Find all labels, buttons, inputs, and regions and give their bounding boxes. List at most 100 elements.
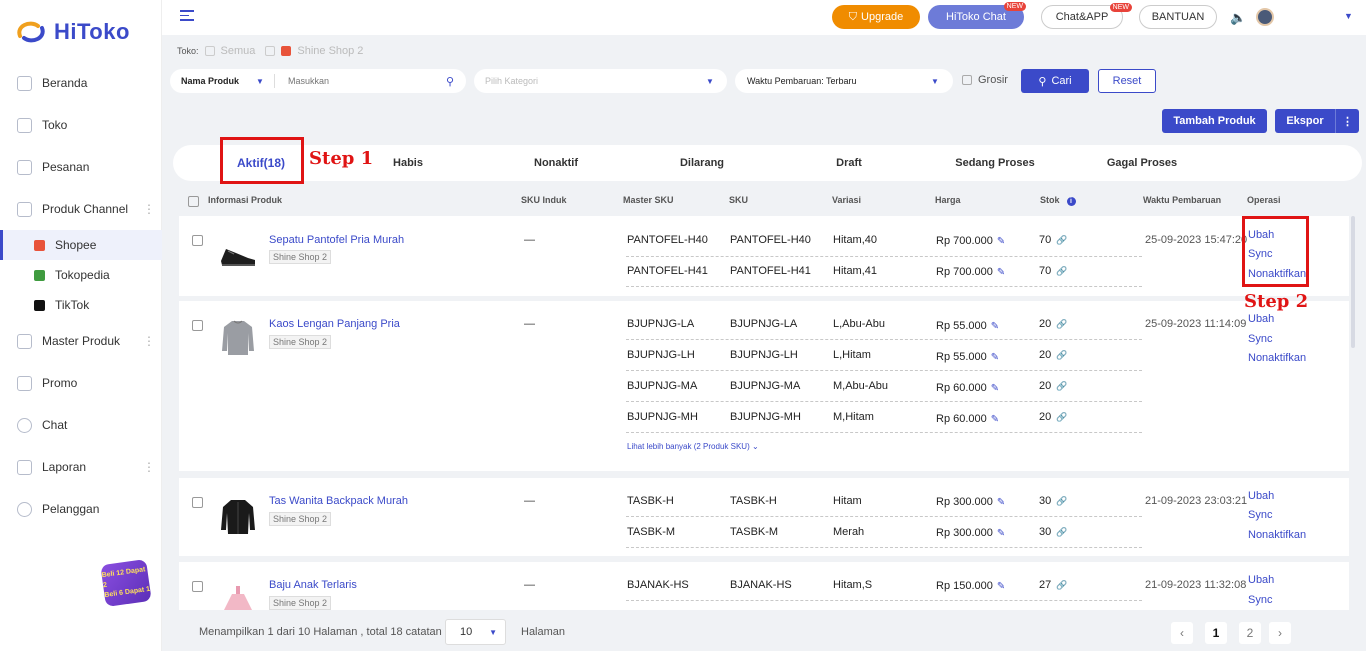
link-icon[interactable]: 🔗 — [1056, 235, 1067, 245]
edit-pencil-icon[interactable]: ✎ — [997, 267, 1005, 278]
search-icon[interactable]: ⚲ — [446, 75, 454, 88]
show-more-sku-link[interactable]: Lihat lebih banyak (2 Produk SKU) ⌄ — [627, 442, 759, 451]
shop-checkbox[interactable] — [265, 46, 276, 56]
link-icon[interactable]: 🔗 — [1056, 580, 1067, 590]
edit-pencil-icon[interactable]: ✎ — [997, 497, 1005, 508]
edit-pencil-icon[interactable]: ✎ — [991, 321, 999, 332]
hitoko-chat-button[interactable]: HiToko Chat NEW — [928, 2, 1026, 29]
sidebar-subitem-shopee[interactable]: Shopee — [0, 230, 162, 260]
price: Rp 60.000 — [936, 382, 987, 394]
sidebar-item-produk-channel[interactable]: Produk Channel ⋮ — [0, 188, 162, 230]
cari-button[interactable]: ⚲ Cari — [1021, 69, 1089, 93]
tab-habis[interactable]: Habis — [393, 157, 423, 169]
edit-pencil-icon[interactable]: ✎ — [997, 581, 1005, 592]
more-vertical-icon: ⋮ — [143, 202, 155, 216]
next-page-button[interactable]: › — [1269, 622, 1291, 644]
variation: M,Abu-Abu — [833, 380, 889, 392]
ubah-link[interactable]: Ubah — [1248, 490, 1274, 502]
prev-page-button[interactable]: ‹ — [1171, 622, 1193, 644]
more-vertical-icon[interactable]: ⋮ — [1335, 109, 1359, 133]
page-size-select[interactable]: 10 ▼ — [445, 619, 506, 645]
tab-sedang-proses[interactable]: Sedang Proses — [955, 157, 1034, 169]
master-sku: PANTOFEL-H41 — [627, 265, 708, 277]
row-checkbox[interactable] — [192, 235, 203, 246]
sidebar-item-label: Produk Channel — [42, 202, 129, 216]
edit-pencil-icon[interactable]: ✎ — [991, 352, 999, 363]
link-icon[interactable]: 🔗 — [1056, 527, 1067, 537]
link-icon[interactable]: 🔗 — [1056, 381, 1067, 391]
scrollbar[interactable] — [1351, 216, 1355, 348]
sidebar-item-toko[interactable]: Toko — [0, 104, 162, 146]
bantuan-button[interactable]: BANTUAN — [1139, 5, 1217, 29]
link-icon[interactable]: 🔗 — [1056, 319, 1067, 329]
product-name-link[interactable]: Tas Wanita Backpack Murah — [269, 495, 408, 507]
page-button-1[interactable]: 1 — [1205, 622, 1227, 644]
speaker-icon[interactable]: 🔈 — [1230, 10, 1246, 26]
avatar[interactable] — [1256, 8, 1274, 26]
row-checkbox[interactable] — [192, 497, 203, 508]
ubah-link[interactable]: Ubah — [1248, 574, 1274, 586]
tab-draft[interactable]: Draft — [836, 157, 862, 169]
grosir-filter[interactable]: Grosir — [962, 74, 1008, 86]
sidebar-item-pelanggan[interactable]: Pelanggan — [0, 488, 162, 530]
info-icon[interactable]: i — [1066, 197, 1076, 206]
updated-time: 21-09-2023 11:32:08 — [1145, 579, 1247, 591]
grosir-checkbox[interactable] — [962, 75, 972, 85]
tab-nonaktif[interactable]: Nonaktif — [534, 157, 578, 169]
sidebar-item-beranda[interactable]: Beranda — [0, 62, 162, 104]
upgrade-button[interactable]: ⛉ Upgrade — [832, 5, 920, 29]
edit-pencil-icon[interactable]: ✎ — [997, 236, 1005, 247]
search-input[interactable] — [288, 76, 438, 86]
edit-pencil-icon[interactable]: ✎ — [997, 528, 1005, 539]
product-name-link[interactable]: Sepatu Pantofel Pria Murah — [269, 234, 404, 246]
tab-dilarang[interactable]: Dilarang — [680, 157, 724, 169]
row-checkbox[interactable] — [192, 581, 203, 592]
sidebar-item-pesanan[interactable]: Pesanan — [0, 146, 162, 188]
sidebar-item-promo[interactable]: Promo — [0, 362, 162, 404]
sidebar-subitem-tiktok[interactable]: TikTok — [0, 290, 162, 320]
product-name-link[interactable]: Baju Anak Terlaris — [269, 579, 357, 591]
tambah-produk-button[interactable]: Tambah Produk — [1162, 109, 1267, 133]
stock: 20 — [1039, 349, 1052, 361]
hitoko-chat-label: HiToko Chat — [946, 11, 1006, 23]
variation: Hitam,41 — [833, 265, 878, 277]
sidebar-item-master-produk[interactable]: Master Produk ⋮ — [0, 320, 162, 362]
sort-select[interactable]: Waktu Pembaruan: Terbaru ▼ — [735, 69, 953, 93]
shopee-icon — [281, 46, 292, 56]
product-name-link[interactable]: Kaos Lengan Panjang Pria — [269, 318, 400, 330]
semua-checkbox[interactable] — [204, 46, 215, 56]
promo-badge[interactable]: Beli 12 Dapat 2 Beli 6 Dapat 1 — [100, 559, 152, 607]
edit-pencil-icon[interactable]: ✎ — [991, 383, 999, 394]
category-select[interactable]: Pilih Kategori ▼ — [474, 69, 727, 93]
sidebar-item-laporan[interactable]: Laporan ⋮ — [0, 446, 162, 488]
link-icon[interactable]: 🔗 — [1056, 412, 1067, 422]
sync-link[interactable]: Sync — [1248, 333, 1272, 345]
variation: Hitam — [833, 495, 862, 507]
sidebar-item-chat[interactable]: Chat — [0, 404, 162, 446]
nonaktifkan-link[interactable]: Nonaktifkan — [1248, 352, 1306, 364]
field-select[interactable]: Nama Produk — [181, 76, 239, 86]
master-sku: BJANAK-HS — [627, 579, 689, 591]
menu-toggle-icon[interactable] — [180, 10, 194, 24]
logo[interactable]: HiToko — [14, 18, 130, 46]
price: Rp 60.000 — [936, 413, 987, 425]
reset-button[interactable]: Reset — [1098, 69, 1156, 93]
ekspor-button[interactable]: Ekspor ⋮ — [1275, 109, 1359, 133]
chat-app-button[interactable]: Chat&APP NEW — [1041, 3, 1132, 29]
nonaktifkan-link[interactable]: Nonaktifkan — [1248, 529, 1306, 541]
step2-highlight — [1242, 216, 1309, 287]
link-icon[interactable]: 🔗 — [1056, 496, 1067, 506]
link-icon[interactable]: 🔗 — [1056, 350, 1067, 360]
sync-link[interactable]: Sync — [1248, 594, 1272, 606]
tab-gagal-proses[interactable]: Gagal Proses — [1107, 157, 1177, 169]
row-checkbox[interactable] — [192, 320, 203, 331]
sidebar-subitem-tokopedia[interactable]: Tokopedia — [0, 260, 162, 290]
link-icon[interactable]: 🔗 — [1056, 266, 1067, 276]
sync-link[interactable]: Sync — [1248, 509, 1272, 521]
page-button-2[interactable]: 2 — [1239, 622, 1261, 644]
select-all-checkbox[interactable] — [188, 196, 199, 207]
box-icon — [17, 333, 32, 349]
ubah-link[interactable]: Ubah — [1248, 313, 1274, 325]
chevron-down-icon[interactable]: ▼ — [1344, 11, 1353, 21]
edit-pencil-icon[interactable]: ✎ — [991, 414, 999, 425]
